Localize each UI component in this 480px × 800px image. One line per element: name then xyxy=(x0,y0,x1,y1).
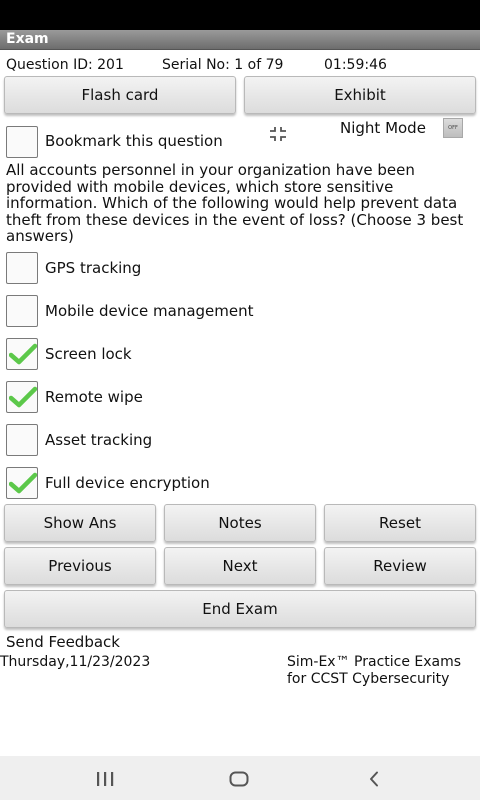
system-navigation-bar xyxy=(0,756,480,800)
notes-button[interactable]: Notes xyxy=(164,504,316,542)
option-label-remote-wipe: Remote wipe xyxy=(45,388,143,406)
app-title: Exam xyxy=(6,31,49,47)
back-icon[interactable] xyxy=(368,771,380,791)
exam-timer: 01:59:46 xyxy=(324,57,387,73)
checkmark-icon xyxy=(9,472,37,494)
checkmark-icon xyxy=(9,343,37,365)
next-button[interactable]: Next xyxy=(164,547,316,585)
option-label-screen-lock: Screen lock xyxy=(45,345,132,363)
serial-number: Serial No: 1 of 79 xyxy=(162,57,284,73)
recent-apps-icon[interactable] xyxy=(96,771,114,791)
reset-button[interactable]: Reset xyxy=(324,504,476,542)
bookmark-label: Bookmark this question xyxy=(45,132,223,150)
question-id: Question ID: 201 xyxy=(6,57,124,73)
current-date: Thursday,11/23/2023 xyxy=(0,654,151,670)
question-text: All accounts personnel in your organizat… xyxy=(6,161,464,245)
status-bar xyxy=(0,0,480,30)
option-checkbox-gps[interactable] xyxy=(6,252,38,284)
checkmark-icon xyxy=(9,386,37,408)
option-checkbox-mdm[interactable] xyxy=(6,295,38,327)
collapse-icon[interactable] xyxy=(268,126,288,146)
review-button[interactable]: Review xyxy=(324,547,476,585)
end-exam-button[interactable]: End Exam xyxy=(4,590,476,628)
brand-line-1: Sim-Ex™ Practice Exams xyxy=(287,654,462,670)
option-label-gps: GPS tracking xyxy=(45,259,142,277)
night-mode-label: Night Mode xyxy=(340,119,426,137)
option-label-mdm: Mobile device management xyxy=(45,302,254,320)
previous-button[interactable]: Previous xyxy=(4,547,156,585)
bookmark-checkbox[interactable] xyxy=(6,126,38,158)
exhibit-button[interactable]: Exhibit xyxy=(244,76,476,114)
option-checkbox-remote-wipe[interactable] xyxy=(6,381,38,413)
brand-line-2: for CCST Cybersecurity xyxy=(287,671,450,687)
home-icon[interactable] xyxy=(229,771,249,791)
option-checkbox-screen-lock[interactable] xyxy=(6,338,38,370)
flash-card-button[interactable]: Flash card xyxy=(4,76,236,114)
send-feedback-link[interactable]: Send Feedback xyxy=(6,634,120,651)
title-bar: Exam xyxy=(0,30,480,50)
option-checkbox-encryption[interactable] xyxy=(6,467,38,499)
option-label-encryption: Full device encryption xyxy=(45,474,210,492)
show-answer-button[interactable]: Show Ans xyxy=(4,504,156,542)
option-label-asset-tracking: Asset tracking xyxy=(45,431,153,449)
option-checkbox-asset-tracking[interactable] xyxy=(6,424,38,456)
night-mode-toggle[interactable]: OFF xyxy=(443,118,463,138)
